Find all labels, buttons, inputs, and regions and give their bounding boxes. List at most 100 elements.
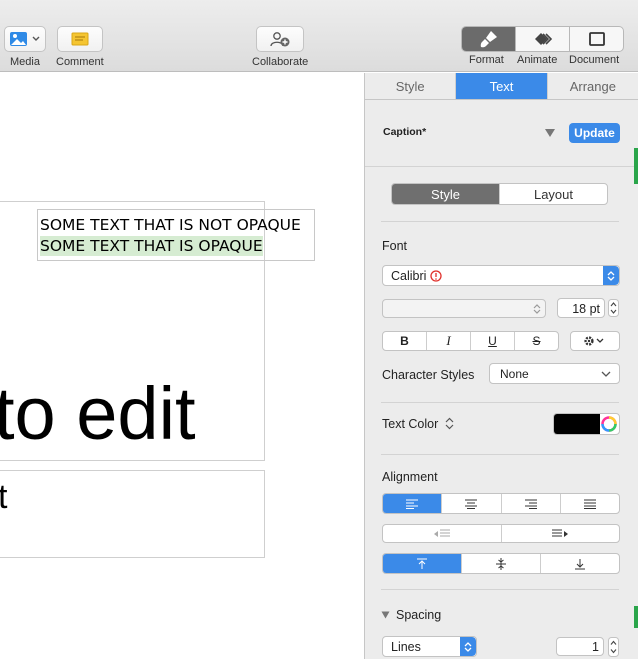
bold-button[interactable]: B [383, 332, 427, 350]
format-inspector: Style Text Arrange Caption* Update Style… [364, 73, 638, 659]
document-icon [588, 32, 605, 46]
animate-icon [534, 33, 552, 45]
character-styles-label: Character Styles [382, 368, 475, 382]
format-button[interactable] [462, 27, 516, 51]
collaborate-tool[interactable]: Collaborate [252, 26, 308, 68]
vertical-alignment-buttons [382, 553, 620, 574]
gear-icon [584, 336, 604, 346]
updown-chevron-icon [533, 304, 541, 314]
disclosure-triangle-icon[interactable] [381, 611, 390, 619]
body-text[interactable]: t [0, 477, 7, 517]
text-color-label: Text Color [382, 417, 439, 431]
align-bottom-button[interactable] [541, 554, 619, 573]
character-styles-select[interactable]: None [489, 363, 620, 384]
media-button[interactable] [4, 26, 46, 52]
font-family-value: Calibri [391, 269, 427, 283]
underline-button[interactable]: U [471, 332, 515, 350]
green-edge-marker [634, 606, 638, 628]
update-button[interactable]: Update [569, 123, 620, 143]
divider [381, 221, 619, 222]
text-line-not-opaque[interactable]: SOME TEXT THAT IS NOT OPAQUE [40, 215, 301, 235]
typeface-select[interactable] [382, 299, 546, 318]
font-family-chevron-icon [603, 266, 619, 285]
spacing-value: 1 [592, 640, 599, 654]
align-top-icon [417, 558, 427, 569]
align-bottom-icon [575, 558, 585, 569]
animate-label: Animate [517, 54, 558, 66]
character-styles-value: None [500, 367, 529, 381]
collaborate-icon [270, 32, 290, 47]
title-text[interactable]: to edit [0, 369, 196, 459]
subtab-layout[interactable]: Layout [500, 184, 607, 204]
decrease-indent-button[interactable] [383, 525, 502, 542]
font-family-select[interactable]: Calibri [382, 265, 620, 286]
color-wheel-icon[interactable] [601, 416, 617, 432]
spacing-stepper[interactable] [608, 637, 619, 657]
horizontal-alignment-buttons [382, 493, 620, 514]
toolbar: Media Comment Collaborate Format Animate… [0, 0, 638, 72]
align-middle-icon [496, 557, 506, 570]
tab-text[interactable]: Text [456, 73, 548, 99]
italic-button[interactable]: I [427, 332, 471, 350]
app-window: Media Comment Collaborate Format Animate… [0, 0, 638, 659]
font-size-stepper[interactable] [608, 299, 619, 317]
font-size-value: 18 pt [572, 302, 600, 316]
increase-indent-button[interactable] [502, 525, 620, 542]
body-placeholder[interactable] [0, 470, 265, 558]
animate-button[interactable] [516, 27, 570, 51]
comment-button[interactable] [56, 26, 103, 52]
comment-label: Comment [56, 56, 104, 68]
align-center-icon [465, 499, 478, 509]
updown-chevron-icon[interactable] [445, 417, 454, 430]
slide-canvas[interactable]: SOME TEXT THAT IS NOT OPAQUE SOME TEXT T… [0, 73, 364, 659]
divider [381, 454, 619, 455]
tab-arrange[interactable]: Arrange [548, 73, 638, 99]
justify-button[interactable] [561, 494, 619, 513]
text-color-well[interactable] [553, 413, 620, 435]
spacing-mode-select[interactable]: Lines [382, 636, 477, 657]
text-box[interactable]: SOME TEXT THAT IS NOT OPAQUE SOME TEXT T… [37, 209, 315, 261]
sub-tabs: Style Layout [391, 183, 608, 205]
align-left-button[interactable] [383, 494, 443, 513]
indent-icon [552, 529, 569, 537]
green-edge-marker [634, 148, 638, 184]
align-right-button[interactable] [502, 494, 561, 513]
spacing-mode-chevron-icon [460, 637, 476, 656]
font-style-buttons: B I U S [382, 331, 559, 351]
inspector-mode-group [461, 26, 624, 52]
paragraph-style-name[interactable]: Caption* [383, 126, 426, 138]
align-left-icon [406, 499, 419, 509]
advanced-options-button[interactable] [570, 331, 620, 351]
justify-icon [583, 499, 596, 509]
alignment-label: Alignment [382, 470, 438, 484]
align-right-icon [524, 499, 537, 509]
spacing-value-field[interactable]: 1 [556, 637, 604, 656]
text-line-opaque[interactable]: SOME TEXT THAT IS OPAQUE [40, 236, 263, 256]
outdent-icon [433, 529, 450, 537]
chevron-down-icon [601, 371, 611, 377]
format-label: Format [469, 54, 504, 66]
font-size-field[interactable]: 18 pt [557, 298, 605, 318]
divider [381, 402, 619, 403]
paintbrush-icon [480, 31, 497, 48]
align-middle-button[interactable] [462, 554, 541, 573]
comment-icon [71, 32, 89, 46]
document-button[interactable] [570, 27, 623, 51]
warning-icon [430, 270, 442, 282]
collaborate-label: Collaborate [252, 56, 309, 68]
media-tool[interactable]: Media [4, 26, 46, 68]
spacing-mode-value: Lines [391, 640, 421, 654]
inspector-tabs: Style Text Arrange [365, 73, 638, 100]
divider [381, 589, 619, 590]
media-label: Media [10, 56, 40, 68]
triangle-down-icon[interactable] [544, 128, 556, 138]
align-top-button[interactable] [383, 554, 462, 573]
spacing-label[interactable]: Spacing [396, 608, 441, 622]
subtab-style[interactable]: Style [392, 184, 500, 204]
align-center-button[interactable] [442, 494, 502, 513]
collaborate-button[interactable] [256, 26, 305, 52]
tab-style[interactable]: Style [365, 73, 457, 99]
document-label: Document [569, 54, 620, 66]
strikethrough-button[interactable]: S [515, 332, 558, 350]
comment-tool[interactable]: Comment [56, 26, 104, 68]
